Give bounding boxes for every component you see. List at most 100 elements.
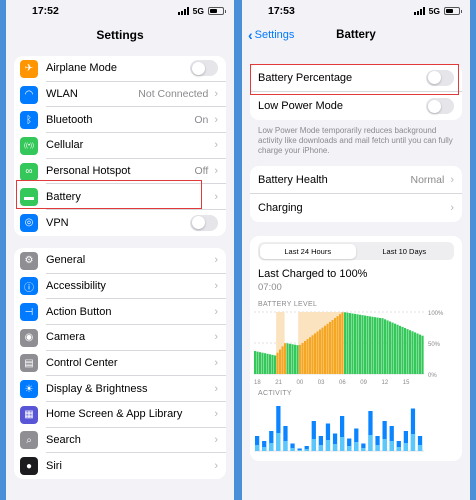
settings-row-vpn[interactable]: ◎ VPN — [14, 210, 226, 236]
chevron-right-icon: › — [214, 331, 218, 344]
battery-level-bar — [311, 335, 314, 374]
x-tick-label: 15 — [403, 380, 410, 386]
row-label: Action Button — [46, 305, 112, 318]
activity-bar-background — [396, 447, 401, 451]
row-toggle[interactable] — [190, 60, 218, 77]
settings-row-accessibility[interactable]: ⓘ Accessibility › — [14, 274, 226, 300]
activity-bar-background — [290, 448, 295, 451]
battery-level-bar — [406, 329, 409, 374]
battery-level-bar — [266, 353, 269, 374]
activity-bar-background — [361, 448, 366, 451]
battery-level-bar — [386, 320, 389, 374]
row-value: Not Connected — [138, 88, 209, 101]
battery-level-bar — [281, 346, 284, 374]
row-label: Cellular — [46, 139, 84, 152]
battery-health-value: Normal — [410, 173, 445, 186]
battery-level-bar — [409, 330, 412, 374]
pct-tick-label: 0% — [428, 373, 437, 379]
activity-bar-background — [283, 441, 288, 451]
chevron-right-icon: › — [214, 165, 218, 178]
chevron-right-icon: › — [214, 356, 218, 369]
nav-bar: ‹ Settings Battery — [242, 22, 470, 48]
chevron-right-icon: › — [450, 173, 454, 186]
settings-row-gear[interactable]: ⚙ General › — [14, 248, 226, 274]
battery-level-bar — [259, 352, 262, 374]
last-charged-time: 07:00 — [258, 282, 282, 293]
activity-bar-background — [368, 435, 373, 451]
chevron-right-icon: › — [214, 279, 218, 292]
row-label: Accessibility — [46, 279, 106, 292]
status-bar: 17:52 5G — [6, 0, 234, 22]
activity-bar-background — [332, 444, 338, 451]
settings-row-airplane[interactable]: ✈ Airplane Mode — [14, 56, 226, 82]
status-time: 17:52 — [32, 5, 59, 17]
general-group: ⚙ General › ⓘ Accessibility › ⊣ Action Button › ◉… — [14, 247, 226, 479]
control-center-icon: ▤ — [20, 354, 38, 373]
chevron-right-icon: › — [450, 202, 454, 214]
settings-row-camera[interactable]: ◉ Camera › — [14, 325, 226, 351]
segment-last-10-days[interactable]: Last 10 Days — [356, 244, 453, 259]
x-tick-label: 18 — [254, 380, 261, 386]
settings-row-siri[interactable]: ● Siri › — [14, 453, 226, 479]
battery-health-label: Battery Health — [258, 173, 328, 186]
activity-title: ACTIVITY — [258, 390, 292, 397]
battery-level-bar — [279, 349, 282, 374]
row-toggle[interactable] — [190, 214, 218, 231]
hotspot-icon: ∞ — [20, 162, 38, 181]
chevron-left-icon: ‹ — [248, 27, 253, 43]
activity-bar-background — [318, 445, 323, 451]
settings-row-control-center[interactable]: ▤ Control Center › — [14, 351, 226, 377]
settings-screen: 17:52 5G Settings ✈ Airplane Mode ◠ WLAN Not… — [6, 0, 234, 500]
battery-level-bar — [271, 354, 274, 374]
row-label: Search — [46, 433, 81, 446]
battery-level-bar — [404, 328, 407, 374]
battery-level-bar — [274, 355, 277, 374]
row-label: WLAN — [46, 88, 78, 101]
activity-bar-background — [262, 447, 267, 451]
settings-row-brightness[interactable]: ☀ Display & Brightness › — [14, 376, 226, 402]
charging-row[interactable]: Charging › — [250, 194, 462, 222]
settings-row-cellular[interactable]: ((•)) Cellular › — [14, 133, 226, 159]
battery-status-icon — [444, 7, 462, 15]
battery-level-bar — [329, 321, 332, 374]
activity-bar-background — [255, 445, 260, 451]
battery-level-bar — [351, 313, 354, 374]
low-power-toggle[interactable] — [426, 98, 454, 114]
low-power-label: Low Power Mode — [258, 100, 343, 112]
back-button[interactable]: ‹ Settings — [242, 27, 294, 43]
activity-bar-background — [276, 433, 281, 451]
x-tick-label: 06 — [339, 380, 346, 386]
camera-icon: ◉ — [20, 328, 38, 347]
settings-row-action-button[interactable]: ⊣ Action Button › — [14, 299, 226, 325]
settings-row-home-screen[interactable]: ▦ Home Screen & App Library › — [14, 402, 226, 428]
battery-level-bar — [381, 318, 384, 374]
activity-bar-background — [311, 439, 316, 451]
battery-level-bar — [339, 314, 342, 374]
low-power-row[interactable]: Low Power Mode — [250, 92, 462, 120]
pct-tick-label: 100% — [428, 311, 444, 317]
pct-tick-label: 50% — [428, 342, 441, 348]
row-label: Control Center — [46, 356, 118, 369]
chevron-right-icon: › — [214, 408, 218, 421]
row-label: General — [46, 254, 86, 267]
activity-bar-background — [325, 440, 331, 451]
wifi-icon: ◠ — [20, 85, 38, 104]
battery-screen: 17:53 5G ‹ Settings Battery Battery Perc… — [242, 0, 470, 500]
battery-health-row[interactable]: Battery Health Normal › — [250, 166, 462, 194]
last-charged-label: Last Charged to 100% — [258, 268, 368, 280]
activity-bar-background — [403, 443, 408, 451]
chevron-right-icon: › — [214, 433, 218, 446]
x-tick-label: 00 — [297, 380, 304, 386]
settings-row-bluetooth[interactable]: ᛒ Bluetooth On › — [14, 107, 226, 134]
settings-row-wifi[interactable]: ◠ WLAN Not Connected › — [14, 82, 226, 108]
search-icon: ⌕ — [20, 431, 38, 450]
row-value: Off — [194, 165, 209, 178]
chevron-right-icon: › — [214, 305, 218, 318]
x-tick-label: 09 — [360, 380, 367, 386]
bluetooth-icon: ᛒ — [20, 111, 38, 130]
segment-last-24-hours[interactable]: Last 24 Hours — [259, 243, 356, 259]
time-range-segmented-control: Last 24 Hours Last 10 Days — [258, 242, 454, 260]
charging-label: Charging — [258, 202, 303, 214]
battery-level-bar — [261, 352, 264, 374]
settings-row-search[interactable]: ⌕ Search › — [14, 428, 226, 454]
